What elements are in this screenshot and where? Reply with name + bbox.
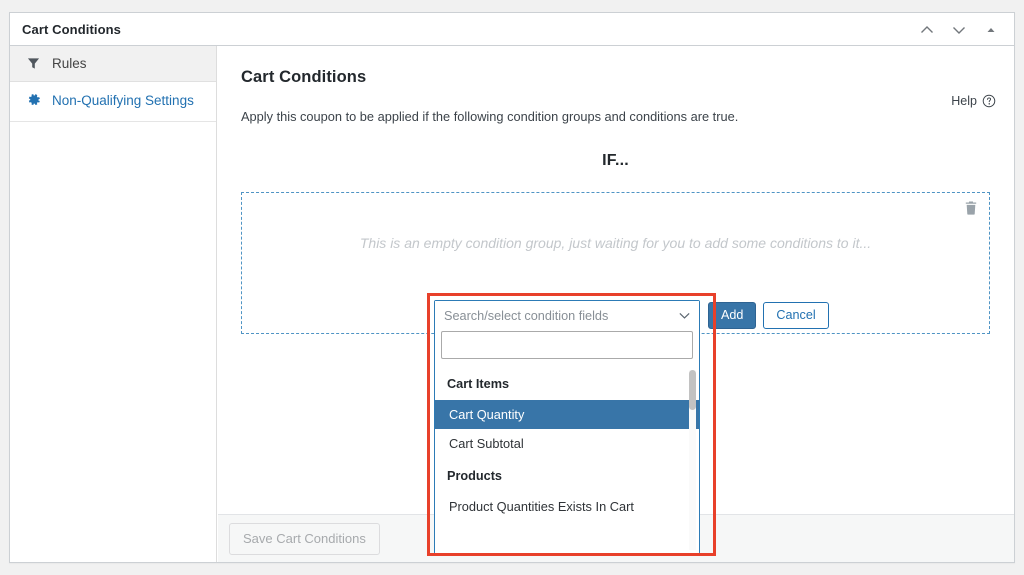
option-cart-subtotal[interactable]: Cart Subtotal xyxy=(435,429,699,458)
picker-placeholder: Search/select condition fields xyxy=(444,309,608,323)
chevron-down-icon xyxy=(678,309,691,322)
picker-scrollbar-thumb[interactable] xyxy=(689,370,696,410)
chevron-up-icon[interactable] xyxy=(912,15,942,45)
option-group-label: Cart Items xyxy=(435,366,699,400)
condition-field-picker[interactable]: Search/select condition fields Cart Item… xyxy=(434,300,700,554)
cancel-button[interactable]: Cancel xyxy=(763,302,828,329)
option-product-quantities-exists-in-cart[interactable]: Product Quantities Exists In Cart xyxy=(435,492,699,521)
sidebar-item-rules[interactable]: Rules xyxy=(10,46,216,82)
screen: Cart Conditions xyxy=(0,0,1024,575)
picker-scrollbar[interactable] xyxy=(689,370,696,550)
if-label: IF... xyxy=(241,152,990,170)
help-label: Help xyxy=(951,94,977,108)
toggle-panel-icon[interactable] xyxy=(976,15,1006,45)
sidebar-item-label: Non-Qualifying Settings xyxy=(52,93,194,108)
trash-icon[interactable] xyxy=(963,200,979,216)
chevron-down-icon[interactable] xyxy=(944,15,974,45)
sidebar-item-non-qualifying-settings[interactable]: Non-Qualifying Settings xyxy=(10,82,216,118)
sidebar: Rules Non-Qualifying Settings xyxy=(10,46,217,562)
picker-results-list[interactable]: Cart Items Cart Quantity Cart Subtotal P… xyxy=(435,365,699,553)
cart-conditions-panel: Cart Conditions xyxy=(9,12,1015,563)
option-cart-quantity[interactable]: Cart Quantity xyxy=(435,400,699,429)
panel-header: Cart Conditions xyxy=(10,13,1014,46)
picker-search-input[interactable] xyxy=(441,331,693,359)
help-link[interactable]: Help xyxy=(951,94,996,108)
filter-icon xyxy=(26,56,41,71)
panel-header-actions xyxy=(912,13,1006,46)
gear-icon xyxy=(26,93,41,108)
empty-group-message: This is an empty condition group, just w… xyxy=(242,235,989,251)
sidebar-item-label: Rules xyxy=(52,56,87,71)
question-circle-icon xyxy=(982,94,996,108)
save-cart-conditions-button[interactable]: Save Cart Conditions xyxy=(229,523,380,555)
panel-title: Cart Conditions xyxy=(22,22,121,37)
sidebar-divider xyxy=(10,118,216,122)
page-title: Cart Conditions xyxy=(241,68,990,87)
add-button[interactable]: Add xyxy=(708,302,756,329)
picker-action-buttons: Add Cancel xyxy=(708,302,829,329)
picker-selected-display[interactable]: Search/select condition fields xyxy=(435,301,699,331)
page-description: Apply this coupon to be applied if the f… xyxy=(241,109,990,124)
option-group-label: Products xyxy=(435,458,699,492)
picker-search-wrap xyxy=(435,331,699,365)
